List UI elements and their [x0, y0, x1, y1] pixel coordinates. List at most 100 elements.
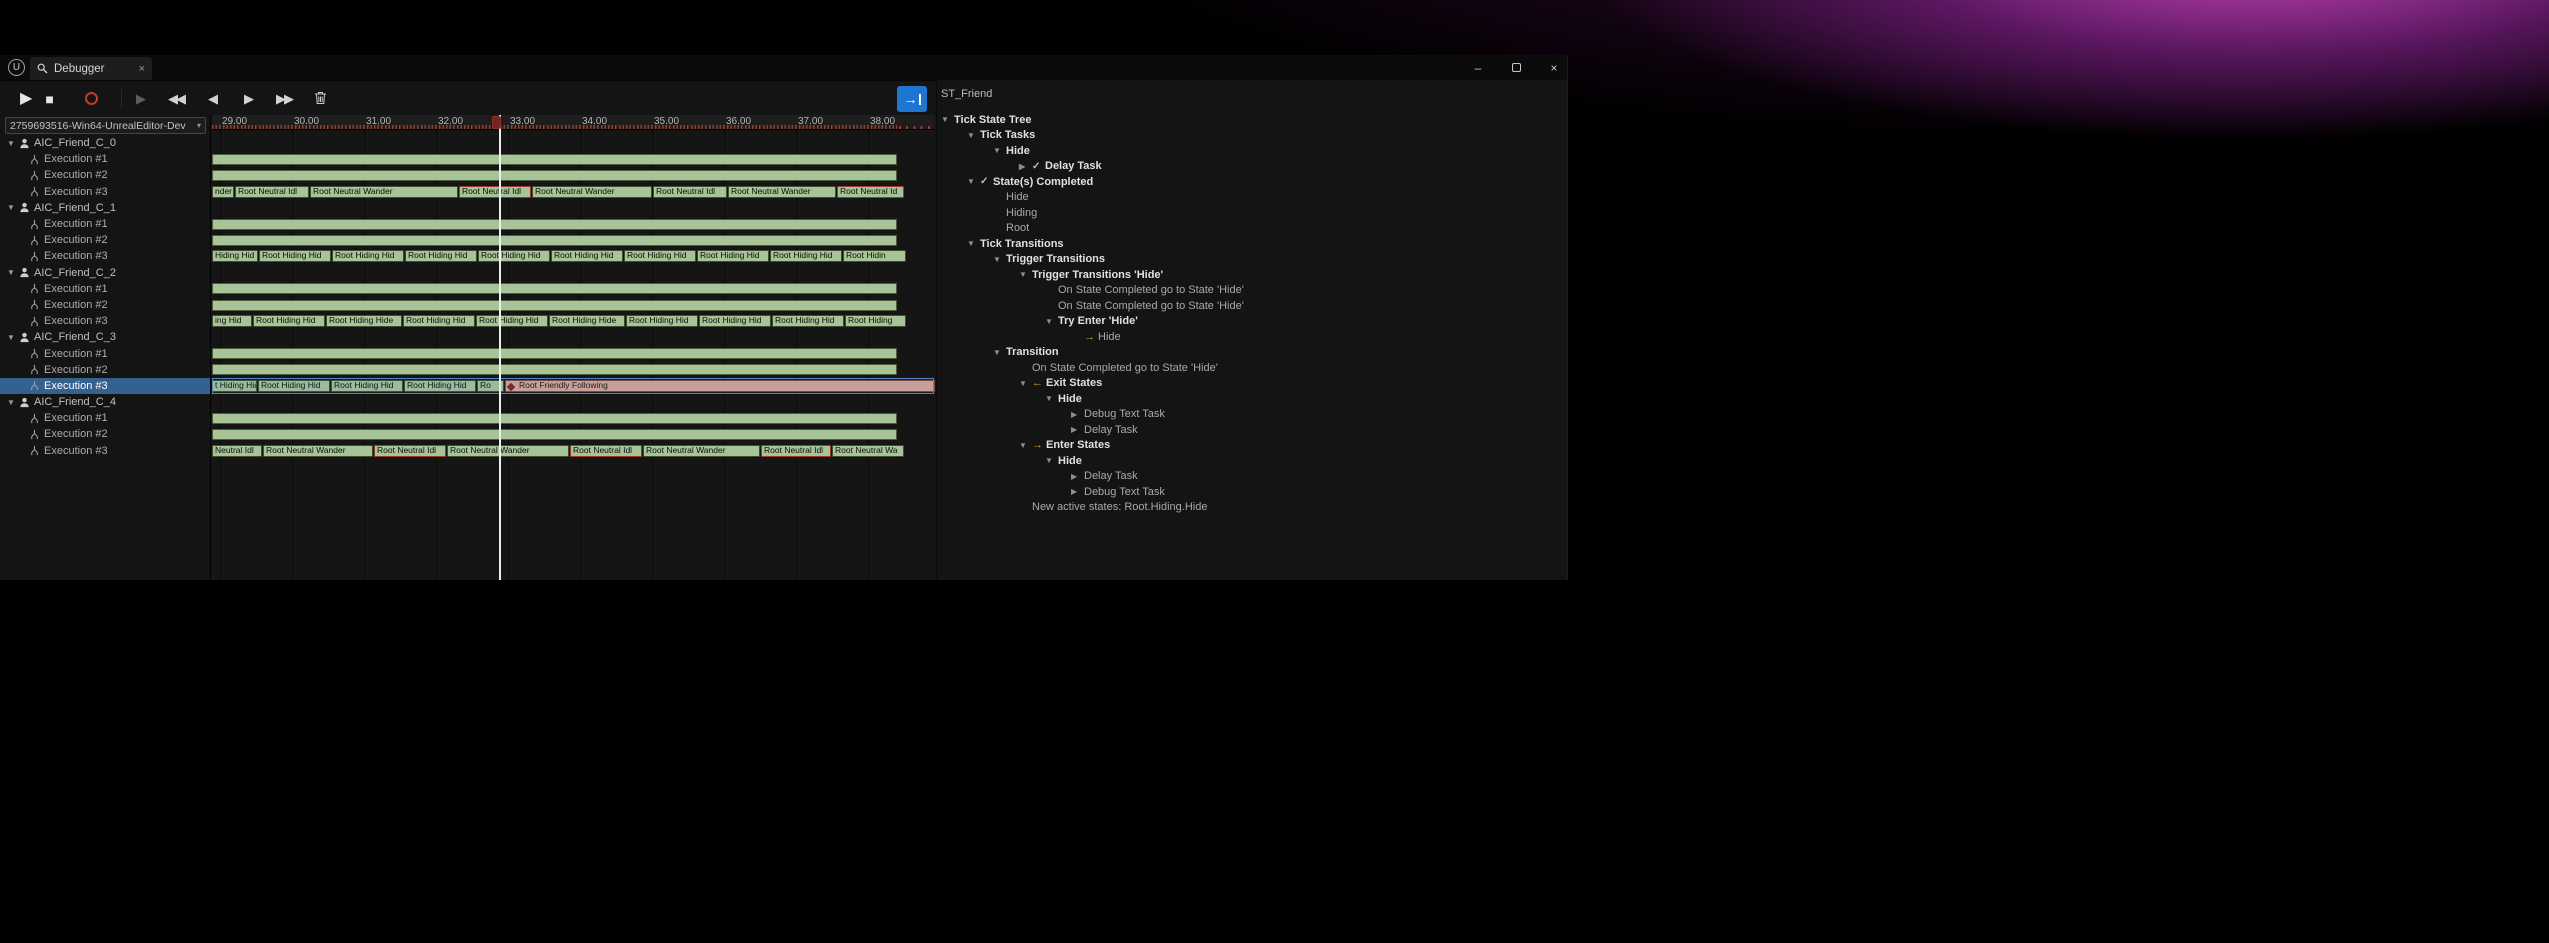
session-dropdown[interactable]: 2759693516-Win64-UnrealEditor-Dev ▾	[5, 117, 206, 134]
chevron-down-icon[interactable]: ▼	[993, 146, 1006, 155]
chevron-right-icon[interactable]: ▶	[1071, 425, 1084, 434]
state-segment[interactable]: Root Hiding Hid	[699, 315, 771, 327]
timeline-ruler[interactable]: 29.0030.0031.0032.0033.0034.0035.0036.00…	[212, 115, 935, 130]
state-segment[interactable]: Root Neutral Wander	[532, 186, 652, 198]
state-segment[interactable]: Root Neutral Wander	[728, 186, 836, 198]
state-tree-row[interactable]: ▼Transition	[937, 345, 1567, 361]
state-segment[interactable]: Root Neutral Idl	[459, 186, 531, 198]
state-segment[interactable]: Root Hiding Hid	[697, 250, 769, 262]
chevron-down-icon[interactable]: ▼	[993, 348, 1006, 357]
instance-row[interactable]: ▼AIC_Friend_C_2	[0, 265, 210, 281]
chevron-right-icon[interactable]: ▶	[1019, 162, 1032, 171]
chevron-down-icon[interactable]: ▼	[941, 115, 954, 124]
state-tree-row[interactable]: ▼Tick State Tree	[937, 112, 1567, 128]
execution-row[interactable]: Execution #1	[0, 281, 210, 297]
instance-row[interactable]: ▼AIC_Friend_C_1	[0, 200, 210, 216]
state-segment[interactable]: Root Neutral Idl	[761, 445, 831, 457]
state-segment[interactable]: Neutral Idl	[212, 445, 262, 457]
track-bar[interactable]	[212, 219, 897, 230]
state-segment[interactable]: Root Neutral Wander	[310, 186, 458, 198]
track-bar[interactable]	[212, 154, 897, 165]
tab-debugger[interactable]: Debugger ×	[30, 57, 152, 80]
state-segment[interactable]: Root Hiding Hid	[770, 250, 842, 262]
state-tree-row[interactable]: On State Completed go to State 'Hide'	[937, 298, 1567, 314]
state-segment[interactable]: Root Neutral Id	[837, 186, 904, 198]
execution-row[interactable]: Execution #3	[0, 184, 210, 200]
execution-row[interactable]: Execution #3	[0, 313, 210, 329]
track-bar[interactable]	[212, 364, 897, 375]
step-back-frame-button[interactable]: ◀	[200, 92, 224, 105]
state-segment[interactable]: Root Hiding Hid	[259, 250, 331, 262]
state-segment[interactable]: Root Hiding Hide	[326, 315, 402, 327]
state-segment[interactable]: Root Hiding	[845, 315, 906, 327]
state-tree-row[interactable]: Hiding	[937, 205, 1567, 221]
chevron-down-icon[interactable]: ▼	[1019, 441, 1032, 450]
chevron-down-icon[interactable]: ▼	[993, 255, 1006, 264]
state-segment[interactable]: Root Hiding Hid	[624, 250, 696, 262]
state-tree-row[interactable]: ▼←Exit States	[937, 376, 1567, 392]
step-back-state-button[interactable]: ◀◀	[164, 92, 188, 105]
track-bar[interactable]	[212, 348, 897, 359]
clear-button[interactable]	[308, 91, 332, 107]
state-tree-row[interactable]: ▼→Enter States	[937, 438, 1567, 454]
state-tree-row[interactable]: ▶Delay Task	[937, 469, 1567, 485]
state-tree-row[interactable]: ▼Hide	[937, 143, 1567, 159]
execution-row[interactable]: Execution #3	[0, 378, 210, 394]
state-segment[interactable]: Root Hiding Hide	[549, 315, 625, 327]
instance-row[interactable]: ▼AIC_Friend_C_4	[0, 394, 210, 410]
state-segment[interactable]: Root Neutral Idl	[653, 186, 727, 198]
instance-row[interactable]: ▼AIC_Friend_C_0	[0, 135, 210, 151]
chevron-down-icon[interactable]: ▼	[7, 398, 19, 407]
execution-row[interactable]: Execution #2	[0, 362, 210, 378]
step-forward-state-button[interactable]: ▶▶	[272, 92, 296, 105]
track-bar[interactable]	[212, 235, 897, 246]
state-tree-row[interactable]: ▼Trigger Transitions	[937, 252, 1567, 268]
execution-row[interactable]: Execution #2	[0, 426, 210, 442]
state-tree-row[interactable]: ▼Hide	[937, 391, 1567, 407]
chevron-down-icon[interactable]: ▼	[967, 131, 980, 140]
execution-row[interactable]: Execution #2	[0, 232, 210, 248]
state-tree-row[interactable]: Hide	[937, 190, 1567, 206]
state-tree-row[interactable]: ▼Tick Transitions	[937, 236, 1567, 252]
state-segment[interactable]: nder	[212, 186, 234, 198]
chevron-right-icon[interactable]: ▶	[1071, 487, 1084, 496]
state-tree-row[interactable]: ▼Hide	[937, 453, 1567, 469]
state-segment[interactable]: Root Neutral Idl	[374, 445, 446, 457]
chevron-down-icon[interactable]: ▼	[1019, 270, 1032, 279]
maximize-button[interactable]	[1509, 61, 1523, 75]
state-segment[interactable]: Root Neutral Wander	[263, 445, 373, 457]
chevron-down-icon[interactable]: ▼	[967, 177, 980, 186]
state-tree-row[interactable]: ▼Trigger Transitions 'Hide'	[937, 267, 1567, 283]
state-tree-row[interactable]: ▶Delay Task	[937, 422, 1567, 438]
state-tree-row[interactable]: ▼✓State(s) Completed	[937, 174, 1567, 190]
close-button[interactable]: ×	[1547, 61, 1561, 75]
state-tree-row[interactable]: ▼Try Enter 'Hide'	[937, 314, 1567, 330]
step-forward-frame-button[interactable]: ▶	[236, 92, 260, 105]
state-segment[interactable]: Root Hiding Hid	[332, 250, 404, 262]
state-segment[interactable]: Root Neutral Idl	[570, 445, 642, 457]
resume-button[interactable]: ▶	[128, 92, 152, 105]
chevron-down-icon[interactable]: ▼	[967, 239, 980, 248]
execution-row[interactable]: Execution #3	[0, 248, 210, 264]
state-segment[interactable]: Root Neutral Idl	[235, 186, 309, 198]
state-tree-row[interactable]: ▶✓Delay Task	[937, 159, 1567, 175]
playhead-line[interactable]	[499, 115, 501, 580]
state-tree-row[interactable]: On State Completed go to State 'Hide'	[937, 283, 1567, 299]
state-segment[interactable]: Root Hiding Hid	[253, 315, 325, 327]
state-tree-row[interactable]: ▶Debug Text Task	[937, 484, 1567, 500]
execution-row[interactable]: Execution #2	[0, 297, 210, 313]
state-segment[interactable]: Root Hiding Hid	[772, 315, 844, 327]
state-tree-row[interactable]: →Hide	[937, 329, 1567, 345]
stop-button[interactable]: ■	[45, 92, 53, 106]
state-segment[interactable]: Root Hiding Hid	[478, 250, 550, 262]
state-tree-row[interactable]: Root	[937, 221, 1567, 237]
tab-close-icon[interactable]: ×	[139, 63, 145, 75]
state-segment[interactable]: Root Hiding Hid	[476, 315, 548, 327]
state-segment[interactable]: Root Neutral Wander	[643, 445, 760, 457]
state-tree-row[interactable]: On State Completed go to State 'Hide'	[937, 360, 1567, 376]
timeline[interactable]: 29.0030.0031.0032.0033.0034.0035.0036.00…	[212, 115, 935, 580]
instance-row[interactable]: ▼AIC_Friend_C_3	[0, 329, 210, 345]
chevron-right-icon[interactable]: ▶	[1071, 472, 1084, 481]
chevron-down-icon[interactable]: ▼	[7, 333, 19, 342]
jump-to-frame-button[interactable]: →	[897, 86, 927, 112]
